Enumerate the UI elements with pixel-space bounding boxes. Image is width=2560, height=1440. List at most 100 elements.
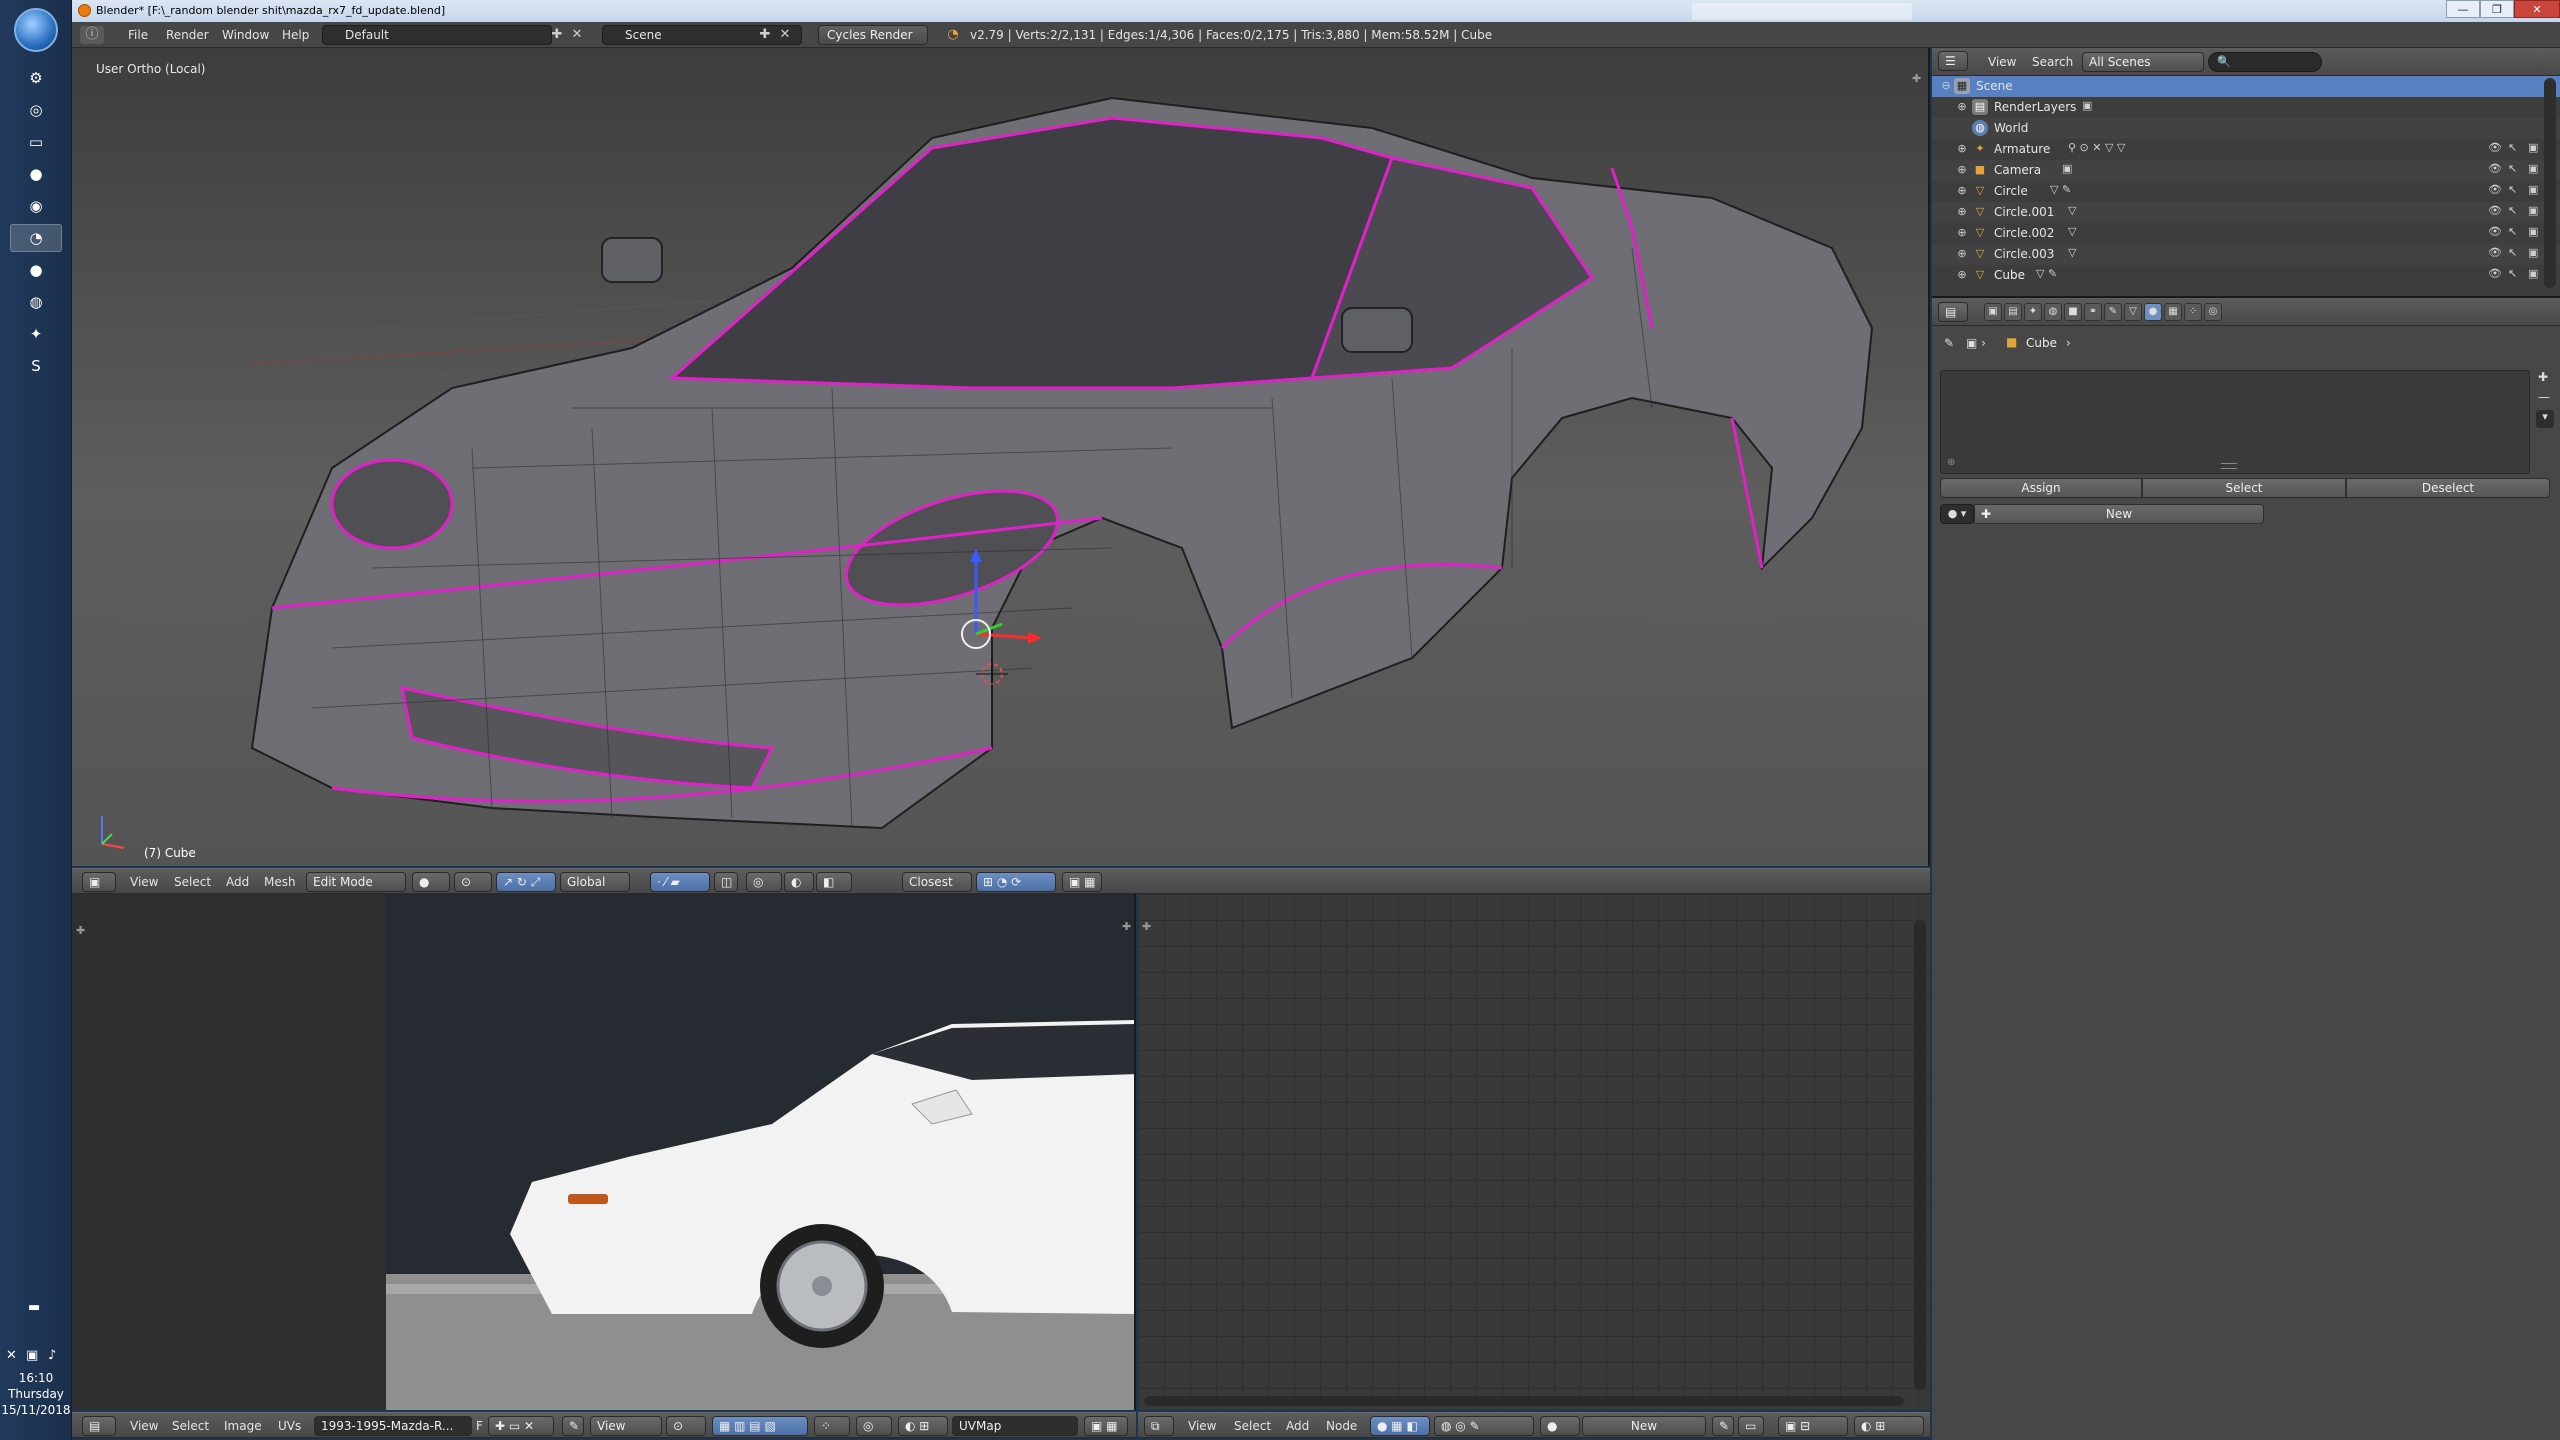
selectable-arrow-icon[interactable]: ↖ [2508, 225, 2517, 238]
camera-data-icon[interactable]: ▣ [2062, 162, 2072, 175]
close-button[interactable]: ✕ [2514, 0, 2560, 18]
selectable-arrow-icon[interactable]: ↖ [2508, 162, 2517, 175]
explorer-icon[interactable]: ▭ [10, 128, 62, 156]
selectable-arrow-icon[interactable]: ↖ [2508, 204, 2517, 217]
editor-type-image-icon[interactable]: ▤ [82, 1416, 116, 1436]
visibility-eye-icon[interactable]: 👁 [2488, 267, 2502, 280]
outliner-menu-view[interactable]: View [1988, 55, 2016, 69]
outliner-row-circle-002[interactable]: ⊕ ▽ Circle.002 ▽ 👁 ↖ ▣ [1932, 223, 2560, 244]
snap-options[interactable]: ⊞ ◔ ⟳ [976, 872, 1056, 892]
outliner-row-camera[interactable]: ⊕ ■ Camera ▣ 👁 ↖ ▣ [1932, 160, 2560, 181]
material-browse-icon[interactable]: ● ▾ [1940, 504, 1974, 524]
outliner-row-circle-001[interactable]: ⊕ ▽ Circle.001 ▽ 👁 ↖ ▣ [1932, 202, 2560, 223]
firefox-icon[interactable]: ● [10, 160, 62, 188]
viewport-corner-icon[interactable]: ✚ [1912, 72, 1926, 86]
steam-icon[interactable]: ⚙ [10, 64, 62, 92]
shading-dropdown[interactable]: ● [412, 872, 450, 892]
scene-delete-icon[interactable]: ✕ [776, 26, 794, 44]
mode-dropdown[interactable]: Edit Mode [306, 872, 406, 892]
background-window-tab[interactable] [1692, 3, 1912, 20]
menu-select[interactable]: Select [172, 1419, 209, 1433]
pin-icon[interactable]: ✎ [1944, 336, 1954, 350]
layout-add-icon[interactable]: ✚ [548, 26, 566, 44]
select-mode-buttons[interactable]: · ⁄ ▰ [650, 872, 710, 892]
deselect-button[interactable]: Deselect [2346, 478, 2550, 498]
mesh-data-icon[interactable]: ▽ [2068, 225, 2076, 238]
remove-slot-icon[interactable]: — [2538, 390, 2550, 404]
whatsapp-icon[interactable]: ◎ [10, 96, 62, 124]
slot-specials-icon[interactable]: ▾ [2536, 410, 2554, 428]
layout-selector[interactable]: Default [322, 25, 552, 45]
renderable-camera-icon[interactable]: ▣ [2528, 204, 2538, 217]
visibility-eye-icon[interactable]: 👁 [2488, 162, 2502, 175]
snap-target-dropdown[interactable]: Closest [902, 872, 972, 892]
uv-proportional-icon[interactable]: ◎ [856, 1416, 892, 1436]
image-editor-corner-icon-right[interactable]: ✚ [1122, 920, 1131, 933]
expand-icon[interactable]: ⊖ [1938, 78, 1954, 94]
node-editor-corner-icon[interactable]: ✚ [1142, 920, 1151, 933]
data-tab-icon[interactable]: ▽ [2124, 303, 2142, 321]
outliner-row-renderlayers[interactable]: ⊕ ▤ RenderLayers ▣ [1932, 97, 2560, 118]
image-selector[interactable]: 1993-1995-Mazda-R... [314, 1416, 472, 1436]
menu-mesh[interactable]: Mesh [264, 875, 296, 889]
3d-viewport[interactable]: User Ortho (Local) (7) Cube ✚ [72, 48, 1930, 866]
snap-toggle-icon[interactable]: ◐ [784, 872, 814, 892]
new-material-button[interactable]: ✚ New [1974, 504, 2264, 524]
tray-show-icon[interactable]: ▬ [28, 1300, 40, 1315]
outliner-row-circle-003[interactable]: ⊕ ▽ Circle.003 ▽ 👁 ↖ ▣ [1932, 244, 2560, 265]
taskbar-clock[interactable]: 16:10 Thursday 15/11/2018 [0, 1370, 72, 1418]
renderable-camera-icon[interactable]: ▣ [2528, 141, 2538, 154]
outliner-display-mode-dropdown[interactable]: All Scenes [2082, 52, 2204, 72]
world-tab-icon[interactable]: ◍ [2044, 303, 2062, 321]
node-editor-vscrollbar[interactable] [1914, 920, 1926, 1390]
expand-icon[interactable]: ⊕ [1954, 246, 1970, 262]
snap-element-icon[interactable]: ◧ [816, 872, 852, 892]
expand-icon[interactable]: ⊕ [1954, 267, 1970, 283]
renderable-camera-icon[interactable]: ▣ [2528, 162, 2538, 175]
node-snap-icons[interactable]: ◐ ⊞ [1854, 1416, 1924, 1436]
discord-icon[interactable]: ◉ [10, 192, 62, 220]
material-tab-icon[interactable]: ● [2144, 303, 2162, 321]
scene-tab-icon[interactable]: ✦ [2024, 303, 2042, 321]
editor-type-node-icon[interactable]: ⧉ [1144, 1416, 1174, 1436]
renderlayer-toggle-icon[interactable]: ▣ [2082, 99, 2092, 112]
layout-delete-icon[interactable]: ✕ [568, 26, 586, 44]
proportional-edit-icon[interactable]: ◎ [746, 872, 782, 892]
outliner[interactable]: ⊖ ▦ Scene ⊕ ▤ RenderLayers ▣ ◍ World ⊕ ✦… [1932, 76, 2560, 298]
menu-view[interactable]: View [130, 1419, 158, 1433]
expand-icon[interactable]: ⊕ [1954, 141, 1970, 157]
menu-uvs[interactable]: UVs [278, 1419, 301, 1433]
list-filter-icon[interactable]: ⊕ [1947, 457, 1955, 468]
selectable-arrow-icon[interactable]: ↖ [2508, 267, 2517, 280]
new-material-button[interactable]: New [1582, 1416, 1706, 1436]
menu-help[interactable]: Help [282, 28, 309, 42]
visibility-eye-icon[interactable]: 👁 [2488, 141, 2502, 154]
mesh-data-icons[interactable]: ▽ ✎ [2050, 183, 2071, 196]
expand-icon[interactable]: ⊕ [1954, 162, 1970, 178]
editor-type-outliner-icon[interactable]: ☰ [1938, 51, 1968, 71]
select-button[interactable]: Select [2142, 478, 2346, 498]
orientation-dropdown[interactable]: Global [560, 872, 630, 892]
pivot-dropdown[interactable]: ⊙ [454, 872, 492, 892]
uv-pivot-icon[interactable]: ⊙ [666, 1416, 706, 1436]
limit-selection-icon[interactable]: ◫ [714, 872, 738, 892]
image-actions[interactable]: ✚ ▭ ✕ [488, 1416, 554, 1436]
scene-add-icon[interactable]: ✚ [756, 26, 774, 44]
sticky-select-icon[interactable]: ⁘ [814, 1416, 850, 1436]
outliner-row-world[interactable]: ◍ World [1932, 118, 2560, 139]
menu-add[interactable]: Add [226, 875, 249, 889]
backdrop-icons[interactable]: ▣ ⊟ [1778, 1416, 1848, 1436]
visibility-eye-icon[interactable]: 👁 [2488, 204, 2502, 217]
shader-type-buttons[interactable]: ◍ ◎ ✎ [1434, 1416, 1534, 1436]
image-fake-user-flag[interactable]: F [476, 1419, 483, 1433]
renderable-camera-icon[interactable]: ▣ [2528, 267, 2538, 280]
menu-window[interactable]: Window [222, 28, 269, 42]
outliner-row-armature[interactable]: ⊕ ✦ Armature ⚲ ⊙ ✕ ▽ ▽ 👁 ↖ ▣ [1932, 139, 2560, 160]
node-editor[interactable]: ✚ [1138, 894, 1930, 1410]
physics-tab-icon[interactable]: ◎ [2204, 303, 2222, 321]
expand-icon[interactable]: ⊕ [1954, 225, 1970, 241]
expand-icon[interactable]: ⊕ [1954, 183, 1970, 199]
material-slot-list[interactable]: ⊕ [1940, 370, 2530, 474]
menu-select[interactable]: Select [174, 875, 211, 889]
outliner-row-cube[interactable]: ⊕ ▽ Cube ▽ ✎ 👁 ↖ ▣ [1932, 265, 2560, 286]
